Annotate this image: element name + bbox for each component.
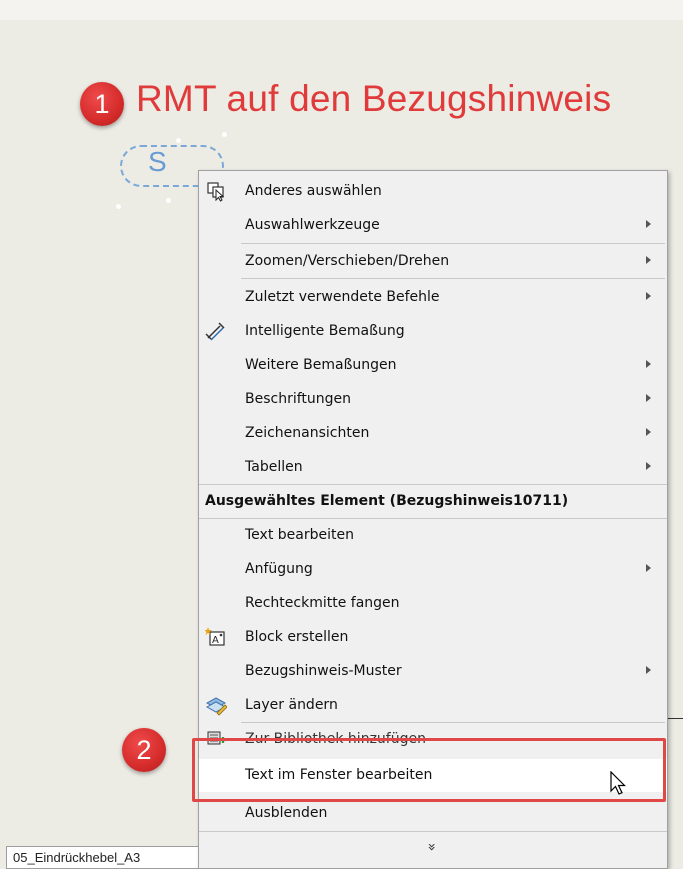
menu-item-label: Tabellen: [245, 459, 303, 475]
menu-item-make-block[interactable]: A Block erstellen: [199, 621, 667, 654]
submenu-arrow-icon: [646, 428, 651, 436]
svg-text:A: A: [212, 635, 219, 646]
menu-item-recent-commands[interactable]: Zuletzt verwendete Befehle: [199, 281, 667, 314]
menu-item-more-dimensions[interactable]: Weitere Bemaßungen: [199, 349, 667, 382]
menu-item-label: Beschriftungen: [245, 391, 352, 407]
make-block-icon: A: [205, 627, 225, 646]
mouse-cursor-icon: [610, 771, 626, 795]
menu-item-label: Text bearbeiten: [245, 527, 354, 543]
change-layer-icon: [205, 697, 227, 716]
menu-item-select-other[interactable]: Anderes auswählen: [199, 175, 667, 208]
submenu-arrow-icon: [646, 220, 651, 228]
menu-item-zoom-pan-rotate[interactable]: Zoomen/Verschieben/Drehen: [199, 245, 667, 278]
selection-handle[interactable]: [116, 204, 121, 209]
menu-item-smart-dimension[interactable]: Intelligente Bemaßung: [199, 315, 667, 348]
menu-item-label: Zuletzt verwendete Befehle: [245, 289, 440, 305]
menu-item-edit-text[interactable]: Text bearbeiten: [199, 519, 667, 552]
menu-item-label: Weitere Bemaßungen: [245, 357, 397, 373]
expand-menu-button[interactable]: »: [199, 835, 667, 865]
menu-item-label: Bezugshinweis-Muster: [245, 663, 402, 679]
step-2-badge: 2: [122, 728, 166, 772]
submenu-arrow-icon: [646, 564, 651, 572]
menu-separator: [241, 278, 665, 279]
submenu-arrow-icon: [646, 292, 651, 300]
canvas-top-strip: [0, 0, 683, 20]
smart-dimension-icon: [205, 322, 225, 341]
step-1-badge: 1: [80, 82, 124, 126]
menu-item-label: Intelligente Bemaßung: [245, 323, 405, 339]
menu-item-label: Zoomen/Verschieben/Drehen: [245, 253, 450, 269]
selected-element-header: Ausgewähltes Element (Bezugshinweis10711…: [199, 485, 667, 518]
submenu-arrow-icon: [646, 666, 651, 674]
document-tab[interactable]: 05_Eindrückhebel_A3: [6, 846, 202, 869]
submenu-arrow-icon: [646, 360, 651, 368]
submenu-arrow-icon: [646, 394, 651, 402]
menu-item-snap-rectangle-center[interactable]: Rechteckmitte fangen: [199, 587, 667, 620]
menu-item-label: Auswahlwerkzeuge: [245, 217, 380, 233]
menu-separator: [199, 831, 667, 832]
step-1-instruction: RMT auf den Bezugshinweis: [136, 78, 612, 119]
drawing-line: [667, 718, 683, 719]
menu-item-drawing-views[interactable]: Zeichenansichten: [199, 417, 667, 450]
section-header-label: Ausgewähltes Element (Bezugshinweis10711…: [205, 493, 569, 509]
submenu-arrow-icon: [646, 462, 651, 470]
chevron-down-icon: »: [423, 842, 440, 852]
menu-item-label: Anfügung: [245, 561, 313, 577]
select-other-icon: [207, 182, 225, 202]
menu-item-change-layer[interactable]: Layer ändern: [199, 689, 667, 722]
menu-item-label: Ausblenden: [245, 805, 328, 821]
selection-handle[interactable]: [222, 132, 227, 137]
submenu-arrow-icon: [646, 256, 651, 264]
menu-item-label: Block erstellen: [245, 629, 349, 645]
menu-item-tables[interactable]: Tabellen: [199, 451, 667, 484]
menu-item-label: Anderes auswählen: [245, 183, 382, 199]
balloon-note-letter[interactable]: S: [148, 146, 167, 178]
menu-item-label: Rechteckmitte fangen: [245, 595, 400, 611]
selection-handle[interactable]: [176, 138, 181, 143]
menu-item-label: Layer ändern: [245, 697, 338, 713]
menu-item-selection-tools[interactable]: Auswahlwerkzeuge: [199, 209, 667, 242]
menu-item-attachment[interactable]: Anfügung: [199, 553, 667, 586]
selection-handle[interactable]: [166, 198, 171, 203]
menu-item-balloon-style[interactable]: Bezugshinweis-Muster: [199, 655, 667, 688]
menu-item-label: Zeichenansichten: [245, 425, 370, 441]
menu-separator: [241, 243, 665, 244]
step-2-highlight-frame: [192, 738, 666, 802]
menu-item-annotations[interactable]: Beschriftungen: [199, 383, 667, 416]
